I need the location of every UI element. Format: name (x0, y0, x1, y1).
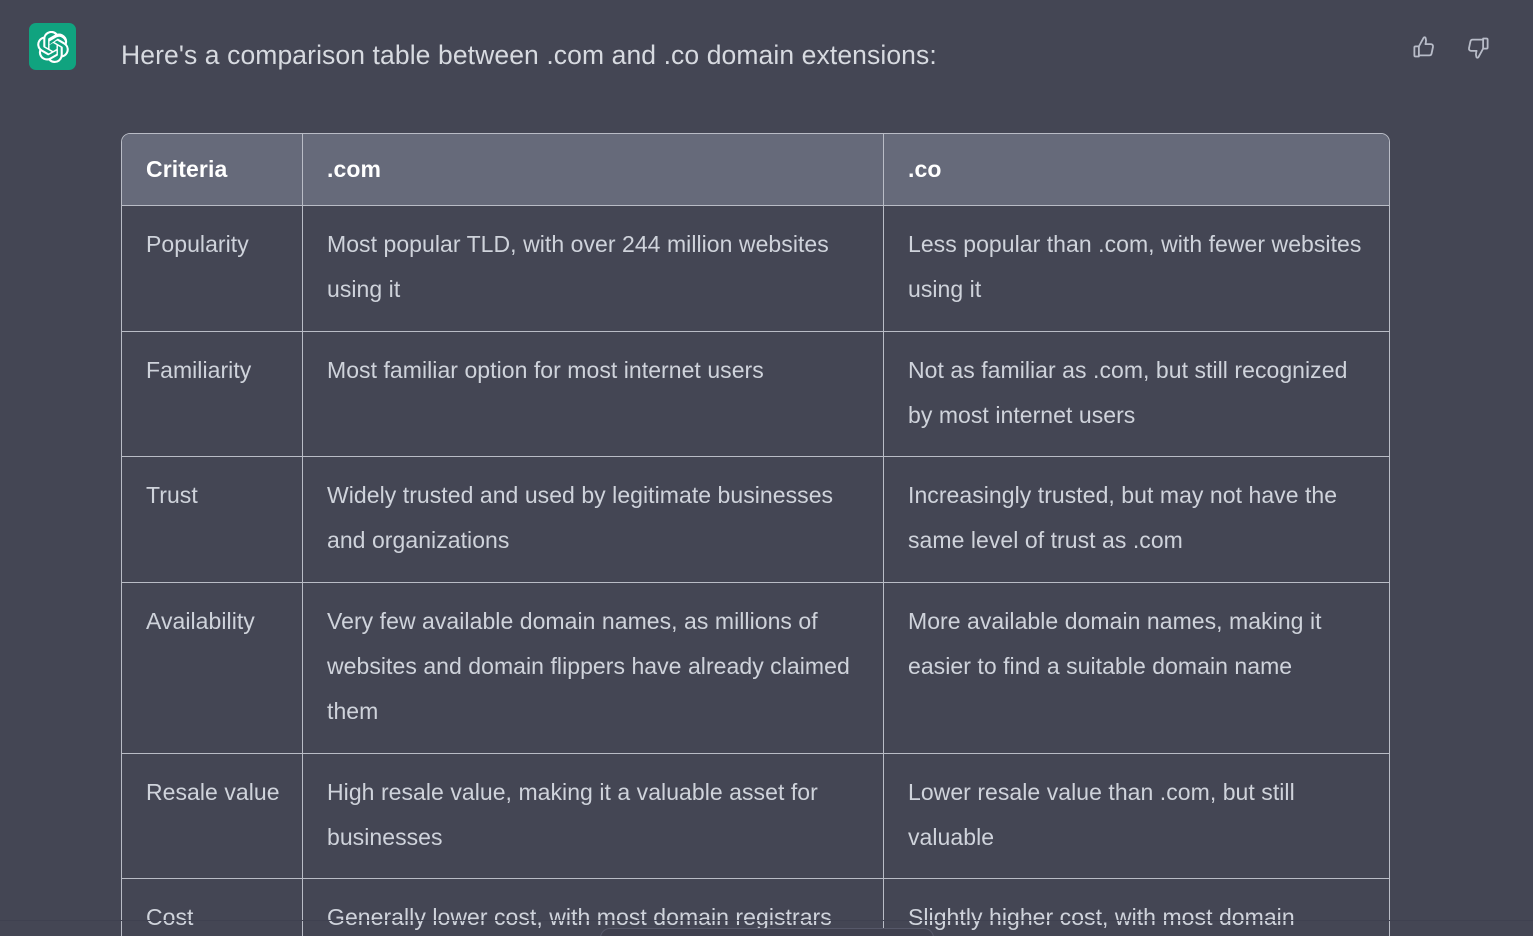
cell-com: Widely trusted and used by legitimate bu… (302, 457, 883, 583)
cell-co: More available domain names, making it e… (883, 582, 1389, 754)
thumbs-down-button[interactable] (1462, 33, 1493, 64)
table-row: Trust Widely trusted and used by legitim… (122, 457, 1389, 583)
openai-logo-icon (36, 30, 69, 63)
cell-criteria: Trust (122, 457, 302, 583)
thumbs-up-icon (1411, 34, 1438, 64)
cell-com: Very few available domain names, as mill… (302, 582, 883, 754)
bottom-divider (0, 920, 1533, 921)
column-header-co: .co (883, 134, 1389, 206)
column-header-com: .com (302, 134, 883, 206)
cell-co: Lower resale value than .com, but still … (883, 753, 1389, 880)
thumbs-down-icon (1464, 34, 1491, 64)
cell-criteria: Cost (146, 904, 194, 931)
cell-com: Most familiar option for most internet u… (302, 331, 883, 458)
cell-criteria: Popularity (122, 206, 302, 332)
assistant-intro-text: Here's a comparison table between .com a… (121, 40, 937, 70)
cell-com: Most popular TLD, with over 244 million … (302, 206, 883, 332)
cell-criteria: Familiarity (122, 332, 302, 458)
cell-co: Not as familiar as .com, but still recog… (883, 331, 1389, 458)
assistant-message: Here's a comparison table between .com a… (0, 0, 1533, 70)
cell-com: High resale value, making it a valuable … (302, 753, 883, 880)
table-header-row: Criteria .com .co (122, 134, 1389, 206)
cell-co: Increasingly trusted, but may not have t… (883, 457, 1389, 583)
message-composer[interactable] (600, 928, 934, 936)
cell-criteria: Resale value (122, 754, 302, 880)
table-row: Familiarity Most familiar option for mos… (122, 331, 1389, 458)
thumbs-up-button[interactable] (1409, 33, 1440, 64)
table-row: Availability Very few available domain n… (122, 582, 1389, 754)
column-header-criteria: Criteria (122, 134, 302, 206)
table-row: Resale value High resale value, making i… (122, 753, 1389, 880)
cell-co: Slightly higher cost, with most domain r… (883, 879, 1389, 936)
feedback-controls (1409, 33, 1493, 64)
cell-co: Less popular than .com, with fewer websi… (883, 206, 1389, 332)
domain-comparison-table: Criteria .com .co Popularity Most popula… (121, 133, 1390, 936)
assistant-avatar (29, 23, 76, 70)
cell-criteria: Availability (122, 583, 302, 754)
table-row: Popularity Most popular TLD, with over 2… (122, 206, 1389, 332)
comparison-table-container: Criteria .com .co Popularity Most popula… (121, 133, 1390, 936)
